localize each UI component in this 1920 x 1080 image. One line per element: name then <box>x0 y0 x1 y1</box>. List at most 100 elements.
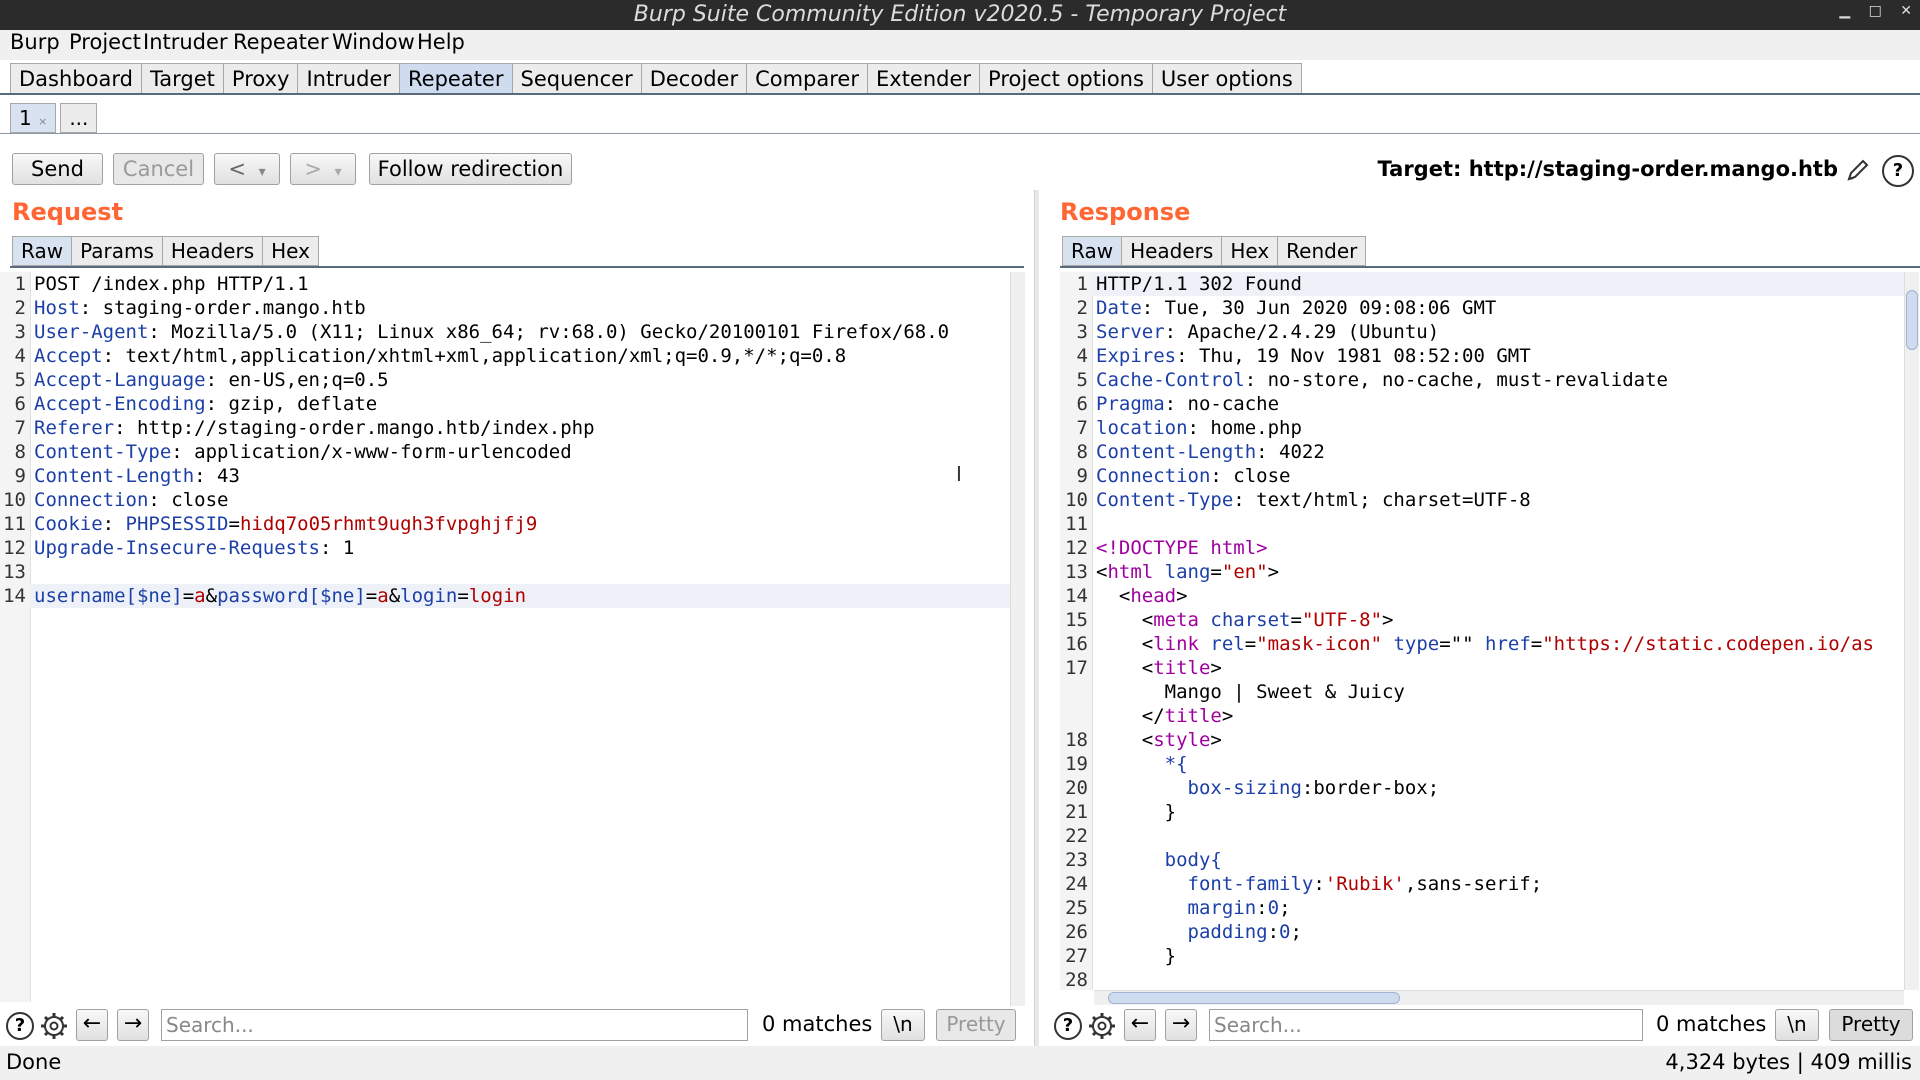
close-tab-icon[interactable]: × <box>38 115 47 128</box>
menu-repeater[interactable]: Repeater <box>233 30 328 54</box>
code-line[interactable]: Expires: Thu, 19 Nov 1981 08:52:00 GMT <box>1096 344 1531 368</box>
response-tab-headers[interactable]: Headers <box>1121 236 1223 266</box>
code-line[interactable]: User-Agent: Mozilla/5.0 (X11; Linux x86_… <box>34 320 949 344</box>
code-line[interactable]: } <box>1096 944 1176 968</box>
code-line[interactable]: <title> <box>1096 656 1222 680</box>
code-line[interactable]: Referer: http://staging-order.mango.htb/… <box>34 416 595 440</box>
response-tab-render[interactable]: Render <box>1277 236 1367 266</box>
response-editor[interactable]: 1 HTTP/1.1 302 Found 2 Date: Tue, 30 Jun 20… <box>1060 272 1906 990</box>
back-button[interactable]: < ▾ <box>214 153 280 185</box>
response-help-icon[interactable]: ? <box>1054 1012 1082 1040</box>
menu-help[interactable]: Help <box>417 30 465 54</box>
code-line[interactable]: Content-Type: text/html; charset=UTF-8 <box>1096 488 1531 512</box>
menu-window[interactable]: Window <box>332 30 415 54</box>
code-line[interactable]: Upgrade-Insecure-Requests: 1 <box>34 536 354 560</box>
code-line[interactable]: Pragma: no-cache <box>1096 392 1279 416</box>
tab-extender[interactable]: Extender <box>867 63 981 93</box>
code-line[interactable]: *{ <box>1096 752 1188 776</box>
code-line[interactable]: Host: staging-order.mango.htb <box>34 296 366 320</box>
request-editor[interactable]: 1 POST /index.php HTTP/1.1 2 Host: staging-… <box>0 272 1010 1002</box>
tab-decoder[interactable]: Decoder <box>640 63 748 93</box>
code-line[interactable]: box-sizing:border-box; <box>1096 776 1440 800</box>
response-hscroll-thumb[interactable] <box>1108 992 1400 1004</box>
code-line[interactable]: Cookie: PHPSESSID=hidq7o05rhmt9ugh3fvpgh… <box>34 512 537 536</box>
code-line[interactable]: Date: Tue, 30 Jun 2020 09:08:06 GMT <box>1096 296 1496 320</box>
response-scroll-thumb[interactable] <box>1906 290 1918 350</box>
response-search-prev-button[interactable]: ← <box>1124 1009 1156 1041</box>
code-line[interactable]: font-family:'Rubik',sans-serif; <box>1096 872 1543 896</box>
response-settings-icon[interactable] <box>1086 1010 1118 1042</box>
code-line[interactable]: Content-Length: 4022 <box>1096 440 1325 464</box>
request-tab-raw[interactable]: Raw <box>12 236 73 266</box>
tab-proxy[interactable]: Proxy <box>222 63 299 93</box>
code-line[interactable]: Mango | Sweet & Juicy <box>1096 680 1405 704</box>
close-icon[interactable]: ✕ <box>1900 3 1912 19</box>
maximize-icon[interactable]: □ <box>1869 3 1882 19</box>
send-button[interactable]: Send <box>12 153 103 185</box>
response-pretty-button[interactable]: Pretty <box>1829 1009 1913 1041</box>
menu-burp[interactable]: Burp <box>10 30 60 54</box>
request-newline-button[interactable]: \n <box>881 1009 925 1041</box>
response-search-input[interactable]: Search... <box>1209 1009 1643 1041</box>
code-line[interactable]: Accept-Language: en-US,en;q=0.5 <box>34 368 389 392</box>
code-line[interactable]: margin:0; <box>1096 896 1291 920</box>
edit-target-icon[interactable] <box>1844 156 1872 184</box>
menu-project[interactable]: Project <box>69 30 141 54</box>
code-line[interactable]: Accept-Encoding: gzip, deflate <box>34 392 377 416</box>
request-pretty-button[interactable]: Pretty <box>936 1009 1016 1041</box>
code-line[interactable]: location: home.php <box>1096 416 1302 440</box>
code-line[interactable]: <html lang="en"> <box>1096 560 1279 584</box>
repeater-tab-new[interactable]: ... <box>60 103 98 133</box>
code-line[interactable]: Cache-Control: no-store, no-cache, must-… <box>1096 368 1668 392</box>
code-line[interactable]: Accept: text/html,application/xhtml+xml,… <box>34 344 846 368</box>
code-line[interactable]: HTTP/1.1 302 Found <box>1096 272 1302 296</box>
request-search-next-button[interactable]: → <box>117 1009 149 1041</box>
code-line[interactable]: Connection: close <box>34 488 228 512</box>
request-tab-headers[interactable]: Headers <box>161 236 264 266</box>
request-settings-icon[interactable] <box>38 1010 70 1042</box>
response-hscrollbar[interactable] <box>1094 990 1904 1005</box>
tab-intruder[interactable]: Intruder <box>297 63 401 93</box>
request-search-input[interactable]: Search... <box>161 1009 748 1041</box>
code-line[interactable]: body{ <box>1096 848 1222 872</box>
code-line[interactable]: Connection: close <box>1096 464 1290 488</box>
help-icon[interactable]: ? <box>1882 155 1914 187</box>
request-help-icon[interactable]: ? <box>6 1012 34 1040</box>
response-search-next-button[interactable]: → <box>1165 1009 1197 1041</box>
code-line[interactable]: padding:0; <box>1096 920 1302 944</box>
follow-redirection-button[interactable]: Follow redirection <box>369 153 572 185</box>
code-line[interactable]: Content-Type: application/x-www-form-url… <box>34 440 572 464</box>
tab-comparer[interactable]: Comparer <box>746 63 868 93</box>
cancel-button[interactable]: Cancel <box>113 153 204 185</box>
request-tab-hex[interactable]: Hex <box>262 236 319 266</box>
response-scrollbar[interactable] <box>1904 272 1919 990</box>
code-line[interactable]: <!DOCTYPE html> <box>1096 536 1268 560</box>
request-search-prev-button[interactable]: ← <box>76 1009 108 1041</box>
tab-user-options[interactable]: User options <box>1151 63 1302 93</box>
code-line[interactable]: <link rel="mask-icon" type="" href="http… <box>1096 632 1874 656</box>
tab-project-options[interactable]: Project options <box>979 63 1153 93</box>
response-newline-button[interactable]: \n <box>1775 1009 1819 1041</box>
code-line[interactable]: Content-Length: 43 <box>34 464 240 488</box>
pane-divider[interactable] <box>1034 190 1039 1046</box>
code-line[interactable]: Server: Apache/2.4.29 (Ubuntu) <box>1096 320 1439 344</box>
menu-intruder[interactable]: Intruder <box>143 30 228 54</box>
minimize-icon[interactable]: ▁ <box>1839 3 1850 19</box>
code-line[interactable]: POST /index.php HTTP/1.1 <box>34 272 309 296</box>
code-line[interactable]: </title> <box>1096 704 1234 728</box>
tab-target[interactable]: Target <box>140 63 224 93</box>
forward-dropdown-icon[interactable]: ▾ <box>335 164 342 180</box>
forward-button[interactable]: > ▾ <box>290 153 356 185</box>
back-dropdown-icon[interactable]: ▾ <box>259 164 266 180</box>
tab-repeater[interactable]: Repeater <box>399 63 513 93</box>
code-line[interactable]: <meta charset="UTF-8"> <box>1096 608 1394 632</box>
code-line[interactable]: <style> <box>1096 728 1222 752</box>
code-line[interactable]: } <box>1096 800 1176 824</box>
tab-dashboard[interactable]: Dashboard <box>10 63 142 93</box>
tab-sequencer[interactable]: Sequencer <box>511 63 642 93</box>
response-tab-hex[interactable]: Hex <box>1221 236 1279 266</box>
request-tab-params[interactable]: Params <box>71 236 163 266</box>
code-line[interactable]: username[$ne]=a&password[$ne]=a&login=lo… <box>34 584 526 608</box>
repeater-tab-1[interactable]: 1 × <box>10 103 57 133</box>
request-scrollbar[interactable] <box>1010 272 1025 1006</box>
